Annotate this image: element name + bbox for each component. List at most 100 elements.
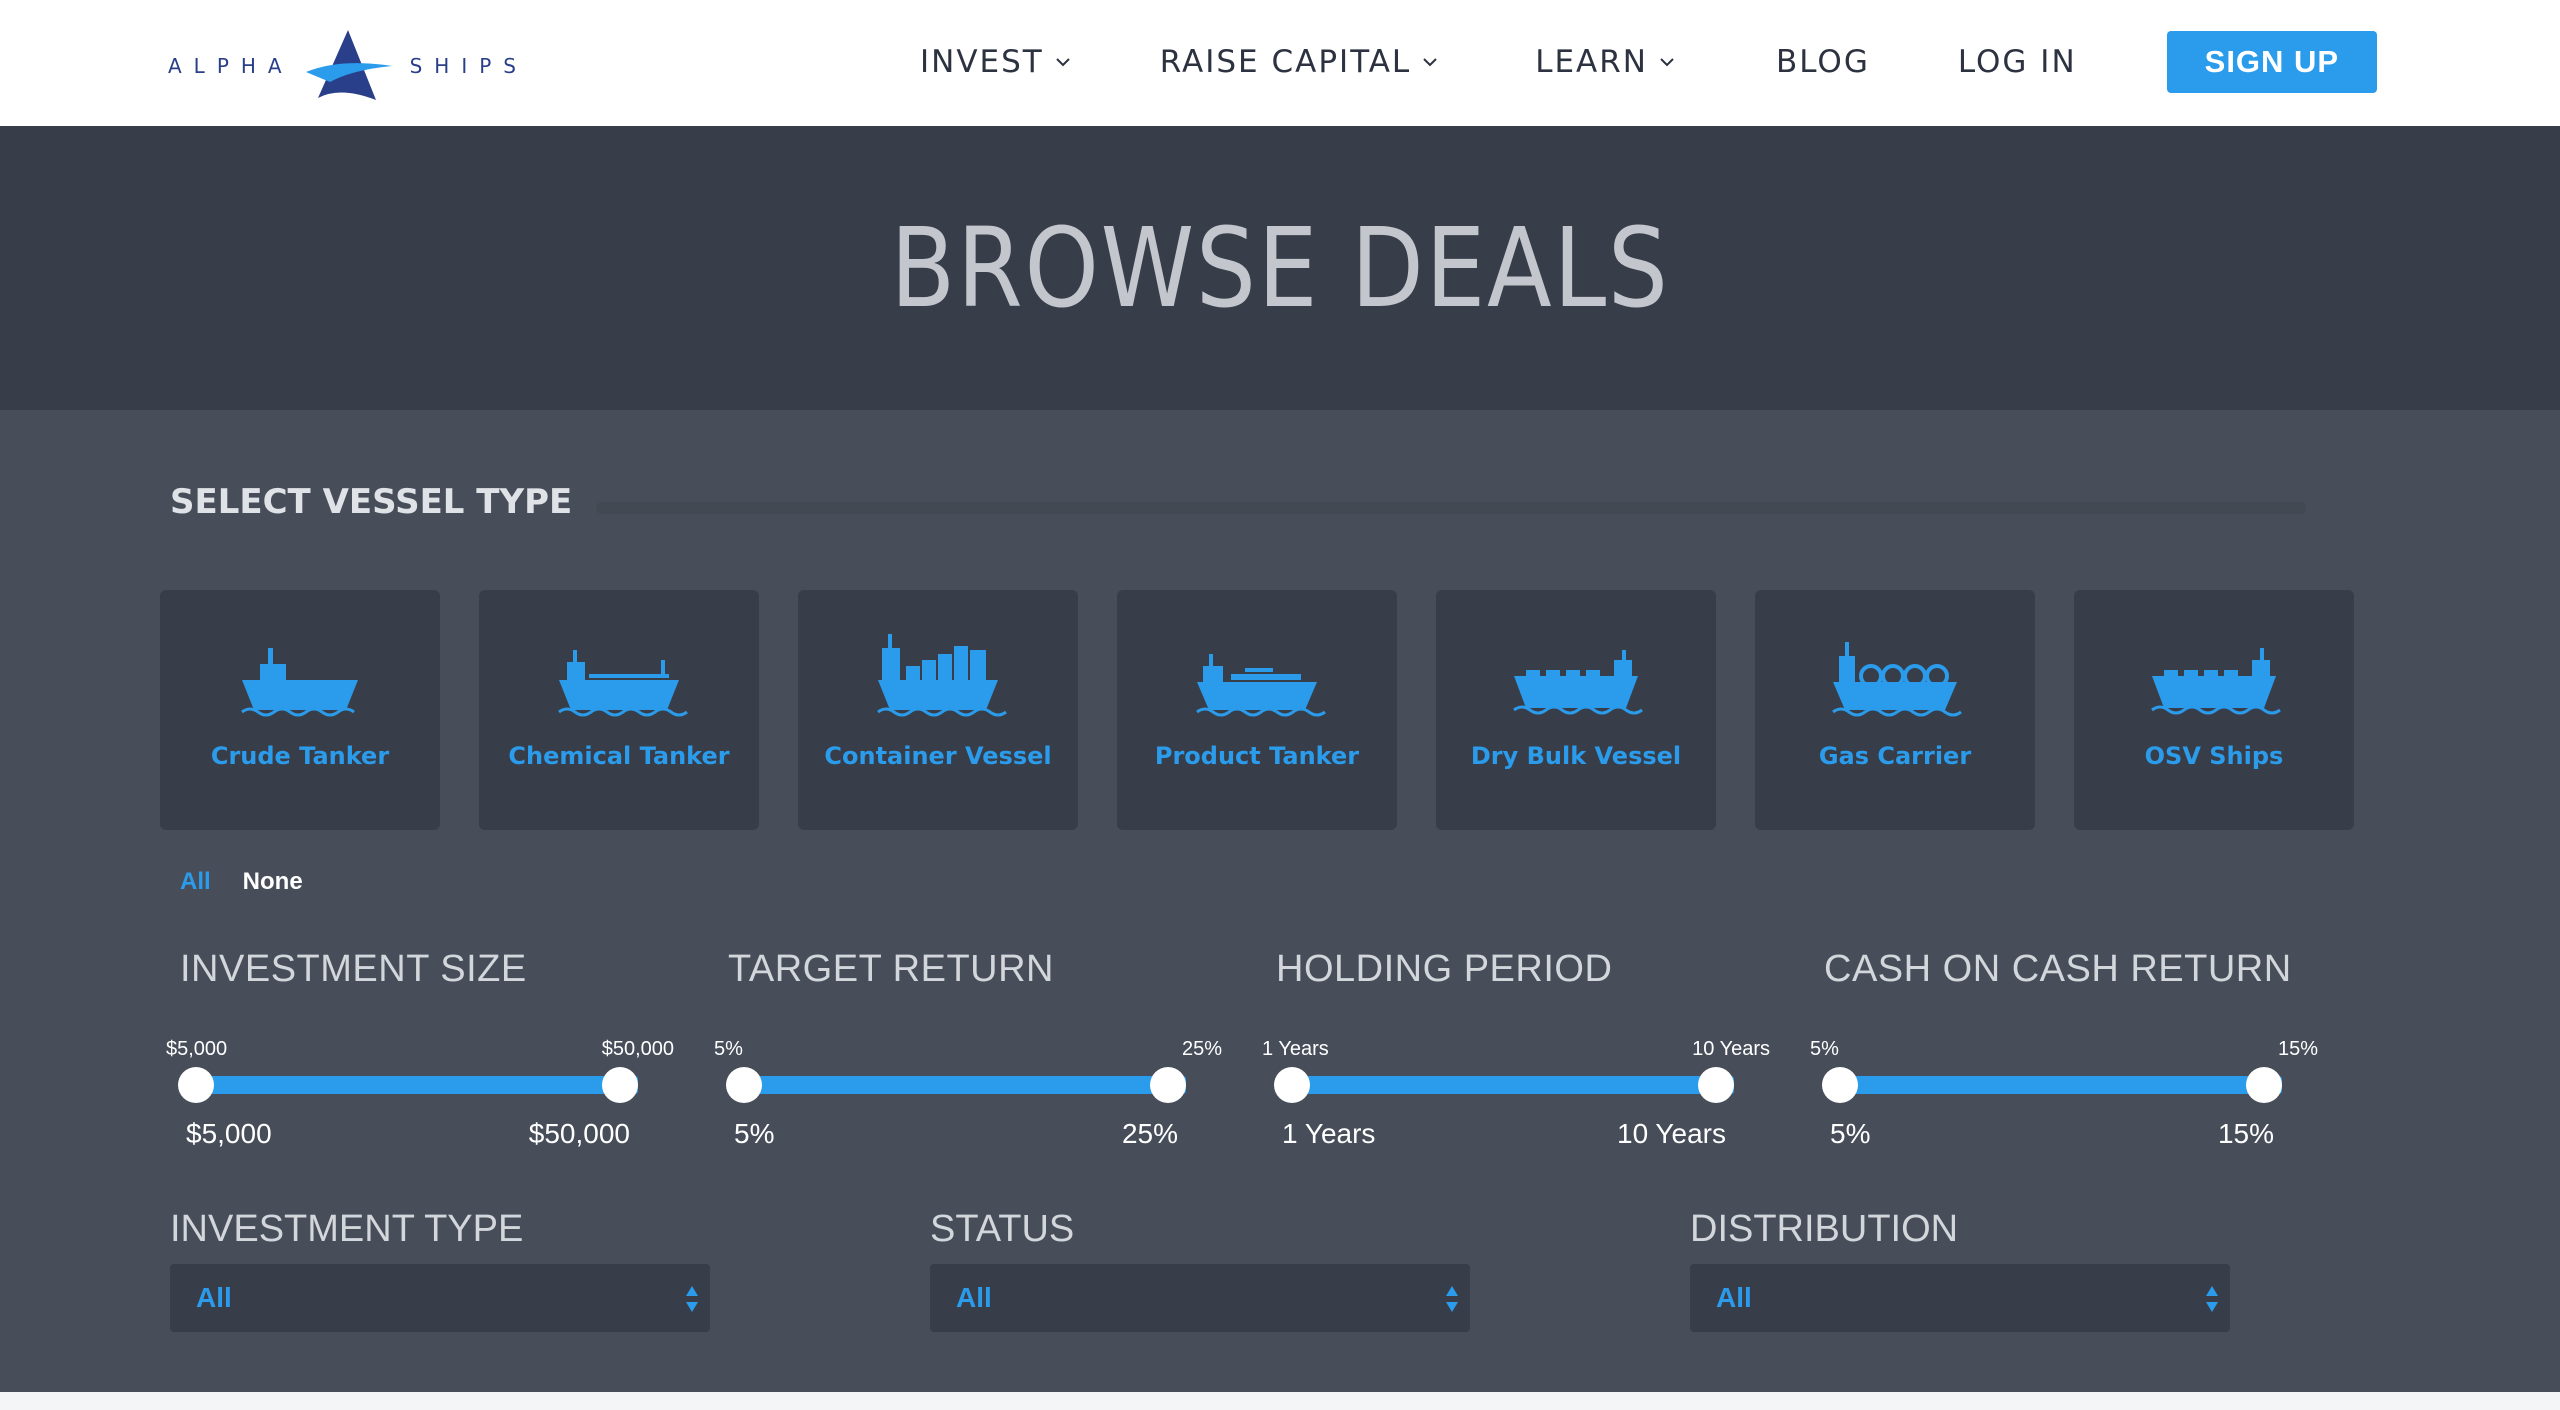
range-track[interactable]	[1276, 1076, 1734, 1094]
select-all-link[interactable]: All	[180, 868, 211, 896]
range-title: HOLDING PERIOD	[1276, 948, 1613, 990]
hero-banner: BROWSE DEALS	[0, 126, 2560, 410]
vessel-label: Gas Carrier	[1818, 742, 1972, 770]
range-bound-max: 15%	[2277, 1038, 2318, 1060]
dropdown-status: STATUS All	[930, 1208, 1470, 1332]
vessel-label: OSV Ships	[2144, 742, 2284, 770]
container-vessel-icon	[877, 634, 1007, 717]
vessel-label: Chemical Tanker	[508, 742, 730, 770]
range-value-min: 1 Years	[1282, 1118, 1376, 1149]
select-none-link[interactable]: None	[243, 868, 303, 896]
range-title: INVESTMENT SIZE	[180, 948, 527, 990]
range-holding-period: HOLDING PERIOD 1 Years 10 Years 1 Years …	[1262, 948, 1770, 1149]
range-value-max: 10 Years	[1617, 1118, 1726, 1149]
range-bounds: 5% 15%	[1810, 1038, 2318, 1060]
vessel-card-product-tanker[interactable]: Product Tanker	[1117, 590, 1397, 830]
nav-raise-capital[interactable]: RAISE CAPITAL	[1160, 44, 1439, 80]
nav-learn-label: LEARN	[1535, 44, 1648, 80]
range-bound-min: 5%	[1810, 1038, 1839, 1060]
range-value-max: 25%	[1121, 1118, 1178, 1149]
vessel-label: Crude Tanker	[210, 742, 390, 770]
dropdown-value: All	[1716, 1282, 1752, 1313]
range-value-max: $50,000	[528, 1118, 630, 1149]
vessel-card-gas-carrier[interactable]: Gas Carrier	[1755, 590, 2035, 830]
nav-log-in[interactable]: LOG IN	[1958, 44, 2077, 80]
vessel-label: Product Tanker	[1154, 742, 1360, 770]
range-handle-max[interactable]	[602, 1067, 638, 1103]
nav-blog[interactable]: BLOG	[1776, 44, 1870, 80]
dropdown-title: DISTRIBUTION	[1690, 1208, 1959, 1250]
nav-learn[interactable]: LEARN	[1535, 44, 1676, 80]
vessel-label: Dry Bulk Vessel	[1470, 742, 1682, 770]
logo[interactable]: ALPHA SHIPS	[168, 28, 528, 104]
chevron-down-icon	[1423, 58, 1437, 67]
range-title: CASH ON CASH RETURN	[1824, 948, 2292, 990]
range-bounds: $5,000 $50,000	[166, 1038, 674, 1060]
range-investment-size: INVESTMENT SIZE $5,000 $50,000 $5,000 $5…	[166, 948, 674, 1149]
range-handle-min[interactable]	[178, 1067, 214, 1103]
site-header: ALPHA SHIPS INVEST RAISE CAPITAL LEARN B…	[0, 0, 2560, 126]
filters-panel: SELECT VESSEL TYPE Crude Tanker Chemical…	[0, 410, 2560, 1392]
nav-blog-label: BLOG	[1776, 44, 1870, 80]
vessel-type-grid: Crude Tanker Chemical Tanker Container V…	[160, 590, 2356, 830]
vessel-card-crude-tanker[interactable]: Crude Tanker	[160, 590, 440, 830]
sign-up-button[interactable]: SIGN UP	[2166, 31, 2378, 93]
range-track[interactable]	[728, 1076, 1186, 1094]
nav-raise-capital-label: RAISE CAPITAL	[1159, 44, 1412, 80]
range-handle-max[interactable]	[1698, 1067, 1734, 1103]
vessel-select-links: All None	[180, 868, 303, 896]
product-tanker-icon	[1196, 654, 1326, 717]
select-arrows-icon	[1446, 1286, 1458, 1312]
range-handle-min[interactable]	[1274, 1067, 1310, 1103]
nav-invest-label: INVEST	[920, 44, 1044, 80]
distribution-select[interactable]: All	[1690, 1264, 2230, 1332]
vessel-section-title: SELECT VESSEL TYPE	[170, 482, 573, 522]
range-bound-max: 25%	[1181, 1038, 1222, 1060]
range-cash-on-cash-return: CASH ON CASH RETURN 5% 15% 5% 15%	[1810, 948, 2318, 1149]
range-handle-max[interactable]	[1150, 1067, 1186, 1103]
vessel-card-container-vessel[interactable]: Container Vessel	[798, 590, 1078, 830]
select-arrows-icon	[686, 1286, 698, 1312]
range-bound-min: 5%	[714, 1038, 743, 1060]
osv-ships-icon	[2151, 648, 2281, 715]
nav-invest[interactable]: INVEST	[920, 44, 1072, 80]
range-value-max: 15%	[2217, 1118, 2274, 1149]
dropdown-value: All	[196, 1282, 232, 1313]
dropdown-distribution: DISTRIBUTION All	[1690, 1208, 2230, 1332]
range-bound-min: 1 Years	[1262, 1038, 1329, 1060]
logo-right-word: SHIPS	[409, 54, 528, 78]
range-handle-min[interactable]	[726, 1067, 762, 1103]
range-value-min: $5,000	[186, 1118, 272, 1149]
status-select[interactable]: All	[930, 1264, 1470, 1332]
vessel-card-chemical-tanker[interactable]: Chemical Tanker	[479, 590, 759, 830]
dropdown-investment-type: INVESTMENT TYPE All	[170, 1208, 710, 1332]
logo-left-word: ALPHA	[168, 54, 294, 78]
vessel-label: Container Vessel	[824, 742, 1052, 770]
range-handle-max[interactable]	[2246, 1067, 2282, 1103]
range-bound-max: $50,000	[601, 1038, 674, 1060]
dropdown-title: INVESTMENT TYPE	[170, 1208, 524, 1250]
app-root: ALPHA SHIPS INVEST RAISE CAPITAL LEARN B…	[0, 0, 2560, 1410]
range-value-min: 5%	[734, 1118, 775, 1149]
range-track[interactable]	[1824, 1076, 2282, 1094]
page-title: BROWSE DEALS	[890, 204, 1670, 332]
dropdown-title: STATUS	[930, 1208, 1075, 1250]
gas-carrier-icon	[1832, 642, 1962, 717]
range-bound-min: $5,000	[166, 1038, 228, 1060]
vessel-card-osv-ships[interactable]: OSV Ships	[2074, 590, 2354, 830]
section-divider	[596, 502, 2306, 514]
chevron-down-icon	[1660, 58, 1674, 67]
range-bounds: 5% 25%	[714, 1038, 1222, 1060]
vessel-card-dry-bulk-vessel[interactable]: Dry Bulk Vessel	[1436, 590, 1716, 830]
range-handle-min[interactable]	[1822, 1067, 1858, 1103]
range-bound-max: 10 Years	[1692, 1038, 1770, 1060]
range-track[interactable]	[180, 1076, 638, 1094]
main-nav: INVEST RAISE CAPITAL LEARN BLOG LOG IN S…	[920, 30, 2378, 94]
dry-bulk-vessel-icon	[1513, 650, 1643, 715]
investment-type-select[interactable]: All	[170, 1264, 710, 1332]
dropdown-value: All	[956, 1282, 992, 1313]
range-bounds: 1 Years 10 Years	[1262, 1038, 1770, 1060]
select-arrows-icon	[2206, 1286, 2218, 1312]
range-title: TARGET RETURN	[728, 948, 1054, 990]
page-bottom-strip	[0, 1392, 2560, 1410]
